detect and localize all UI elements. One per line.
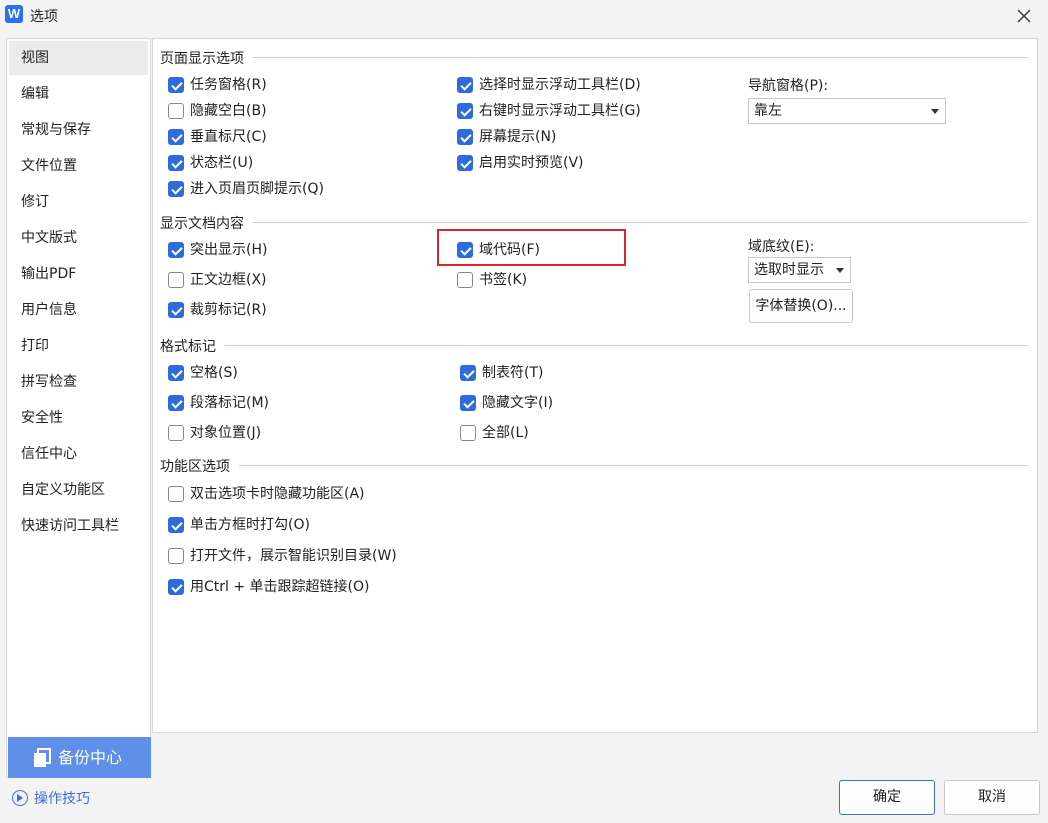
checkbox-box[interactable]: [460, 365, 476, 381]
sidebar-item-chinese-layout[interactable]: 中文版式: [9, 221, 148, 255]
field-shading-label: 域底纹(E):: [748, 239, 815, 255]
checkbox-box[interactable]: [457, 155, 473, 171]
sidebar-item-file-location[interactable]: 文件位置: [9, 149, 148, 183]
checkbox-label: 用Ctrl + 单击跟踪超链接(O): [190, 579, 370, 595]
checkbox-label: 进入页眉页脚提示(Q): [190, 181, 324, 197]
nav-pane-value: 靠左: [754, 103, 782, 119]
backup-icon: [34, 748, 51, 767]
sidebar-item-trust-center[interactable]: 信任中心: [9, 437, 148, 471]
checkbox-box[interactable]: [457, 103, 473, 119]
checkbox-box[interactable]: [457, 242, 473, 258]
checkbox-label: 域代码(F): [479, 242, 540, 258]
chevron-down-icon: [931, 109, 939, 114]
checkbox-label: 隐藏空白(B): [190, 103, 267, 119]
backup-center-label: 备份中心: [58, 748, 123, 767]
sidebar-item-edit[interactable]: 编辑: [9, 77, 148, 111]
sidebar-item-spell-check[interactable]: 拼写检查: [9, 365, 148, 399]
checkbox-label: 单击方框时打勾(O): [190, 517, 310, 533]
field-shading-select[interactable]: 选取时显示: [748, 257, 851, 283]
checkbox-box[interactable]: [168, 155, 184, 171]
checkbox-box[interactable]: [168, 395, 184, 411]
checkbox-box[interactable]: [460, 425, 476, 441]
tips-label: 操作技巧: [34, 791, 90, 807]
field-shading-value: 选取时显示: [754, 262, 824, 278]
divider: [253, 57, 1029, 58]
checkbox-label: 全部(L): [482, 425, 529, 441]
checkbox-box[interactable]: [168, 579, 184, 595]
checkbox-box[interactable]: [168, 242, 184, 258]
title-bar: W 选项: [0, 0, 1048, 32]
checkbox-label: 打开文件，展示智能识别目录(W): [190, 548, 397, 564]
checkbox-box[interactable]: [168, 486, 184, 502]
checkbox-box[interactable]: [168, 425, 184, 441]
checkbox-box[interactable]: [168, 302, 184, 318]
backup-center-button[interactable]: 备份中心: [8, 737, 151, 778]
cancel-button[interactable]: 取消: [944, 780, 1040, 815]
checkbox-box[interactable]: [457, 272, 473, 288]
checkbox-box[interactable]: [168, 548, 184, 564]
checkbox-label: 正文边框(X): [190, 272, 267, 288]
checkbox-label: 双击选项卡时隐藏功能区(A): [190, 486, 365, 502]
sidebar-item-quick-access[interactable]: 快速访问工具栏: [9, 509, 148, 543]
section-title-page-display: 页面显示选项: [160, 48, 248, 68]
checkbox-box[interactable]: [457, 129, 473, 145]
divider: [253, 222, 1029, 223]
play-circle-icon: [12, 790, 28, 806]
checkbox-label: 段落标记(M): [190, 395, 270, 411]
divider: [239, 465, 1029, 466]
checkbox-label: 右键时显示浮动工具栏(G): [479, 103, 641, 119]
checkbox-label: 状态栏(U): [190, 155, 254, 171]
options-panel: 页面显示选项 任务窗格(R) 隐藏空白(B) 垂直标尺(C) 状态栏(U) 进入…: [152, 38, 1038, 733]
checkbox-box[interactable]: [168, 181, 184, 197]
checkbox-label: 制表符(T): [482, 365, 544, 381]
checkbox-box[interactable]: [168, 272, 184, 288]
checkbox-label: 突出显示(H): [190, 242, 268, 258]
checkbox-label: 屏幕提示(N): [479, 129, 557, 145]
sidebar-item-general-save[interactable]: 常规与保存: [9, 113, 148, 147]
nav-pane-select[interactable]: 靠左: [748, 98, 946, 124]
checkbox-box[interactable]: [457, 77, 473, 93]
checkbox-label: 书签(K): [479, 272, 528, 288]
nav-pane-label: 导航窗格(P):: [748, 78, 829, 94]
checkbox-box[interactable]: [168, 129, 184, 145]
checkbox-label: 空格(S): [190, 365, 238, 381]
checkbox-label: 任务窗格(R): [190, 77, 267, 93]
sidebar-item-user-info[interactable]: 用户信息: [9, 293, 148, 327]
close-icon: [1017, 9, 1031, 23]
font-substitution-button[interactable]: 字体替换(O)...: [749, 289, 853, 323]
checkbox-box[interactable]: [168, 103, 184, 119]
ok-button[interactable]: 确定: [839, 780, 935, 815]
checkbox-label: 隐藏文字(I): [482, 395, 554, 411]
section-title-doc-content: 显示文档内容: [160, 213, 248, 233]
sidebar-item-customize-ribbon[interactable]: 自定义功能区: [9, 473, 148, 507]
checkbox-label: 对象位置(J): [190, 425, 262, 441]
window-title: 选项: [30, 9, 58, 25]
sidebar-item-export-pdf[interactable]: 输出PDF: [9, 257, 148, 291]
section-title-format-marks: 格式标记: [160, 336, 220, 356]
sidebar-item-revision[interactable]: 修订: [9, 185, 148, 219]
checkbox-label: 裁剪标记(R): [190, 302, 267, 318]
divider: [225, 345, 1029, 346]
checkbox-box[interactable]: [460, 395, 476, 411]
checkbox-box[interactable]: [168, 517, 184, 533]
sidebar-item-print[interactable]: 打印: [9, 329, 148, 363]
tips-link[interactable]: 操作技巧: [12, 788, 90, 808]
section-title-ribbon: 功能区选项: [160, 456, 234, 476]
checkbox-label: 选择时显示浮动工具栏(D): [479, 77, 641, 93]
checkbox-box[interactable]: [168, 365, 184, 381]
close-button[interactable]: [1010, 4, 1038, 28]
sidebar: 视图 编辑 常规与保存 文件位置 修订 中文版式 输出PDF 用户信息 打印 拼…: [6, 38, 151, 778]
chevron-down-icon: [836, 268, 844, 273]
wps-logo-icon: W: [5, 5, 23, 23]
checkbox-label: 垂直标尺(C): [190, 129, 267, 145]
checkbox-box[interactable]: [168, 77, 184, 93]
sidebar-item-security[interactable]: 安全性: [9, 401, 148, 435]
checkbox-label: 启用实时预览(V): [479, 155, 584, 171]
sidebar-item-view[interactable]: 视图: [9, 41, 148, 75]
